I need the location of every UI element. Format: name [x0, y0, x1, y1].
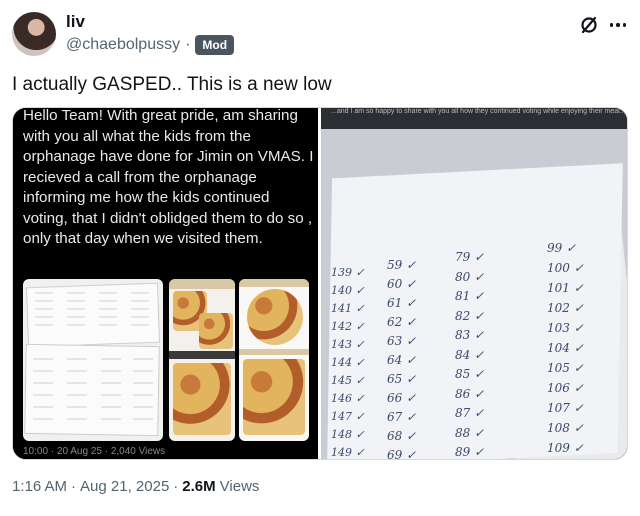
sheet-number: 99 ✓ — [547, 241, 577, 255]
handle[interactable]: @chaebolpussy — [66, 36, 180, 54]
sheet-number: 141 ✓ — [331, 302, 365, 315]
display-name[interactable]: liv — [66, 12, 85, 32]
media-image-screenshot[interactable]: Hello Team! With great pride, am sharing… — [13, 108, 318, 459]
sheet-number: 106 ✓ — [547, 381, 584, 395]
tweet-header: liv @chaebolpussy · Mod — [0, 0, 640, 64]
sheet-number: 62 ✓ — [387, 315, 417, 329]
sheet-number: 107 ✓ — [547, 401, 584, 415]
views-count: 2.6M — [182, 478, 216, 495]
sheet-number: 140 ✓ — [331, 284, 365, 297]
sheet-number-column-2: 59 ✓ 60 ✓ 61 ✓ 62 ✓ 63 ✓ 64 ✓ 65 ✓ 66 ✓ 67 ✓ 68 ✓… — [387, 256, 416, 459]
screenshot-footer-fragment: 10:00 · 20 Aug 25 · 2,040 Views — [23, 446, 166, 457]
sheet-number: 63 ✓ — [387, 334, 417, 348]
sheet-number: 147 ✓ — [331, 410, 365, 423]
sheet-number: 101 ✓ — [547, 281, 584, 295]
footer-separator-1: · — [71, 478, 77, 495]
thumbnail-voting-sheets — [23, 279, 163, 441]
sheet-number: 84 ✓ — [455, 347, 485, 362]
sheet-number: 64 ✓ — [387, 353, 417, 367]
sheet-number: 146 ✓ — [331, 392, 365, 405]
sheet-number: 86 ✓ — [455, 386, 485, 401]
sheet-number-column-4: 99 ✓ 100 ✓ 101 ✓ 102 ✓ 103 ✓ 104 ✓ 105 ✓ 106 ✓ 1… — [547, 238, 584, 458]
sheet-number: 109 ✓ — [547, 441, 584, 455]
sheet-number: 143 ✓ — [331, 338, 365, 351]
sheet-number: 148 ✓ — [331, 428, 365, 441]
tweet-date[interactable]: Aug 21, 2025 — [80, 478, 169, 495]
handle-separator: · — [185, 36, 191, 53]
sheet-number: 142 ✓ — [331, 320, 365, 333]
sheet-number: 145 ✓ — [331, 374, 365, 387]
slashed-circle-icon[interactable] — [578, 14, 600, 36]
sheet-number-column-3: 79 ✓ 80 ✓ 81 ✓ 82 ✓ 83 ✓ 84 ✓ 85 ✓ 86 ✓ 87 ✓ 88 ✓… — [455, 248, 484, 459]
photo-top-text-fragment: ...and I am so happy to share with you a… — [331, 108, 626, 115]
sheet-number: 68 ✓ — [387, 429, 417, 443]
sheet-number: 88 ✓ — [455, 425, 485, 440]
screenshot-thumbnails — [23, 279, 309, 441]
sheet-number: 69 ✓ — [387, 448, 417, 459]
sheet-number: 104 ✓ — [547, 341, 584, 355]
sheet-number: 81 ✓ — [455, 289, 485, 303]
sheet-number: 85 ✓ — [455, 367, 485, 381]
sheet-number: 103 ✓ — [547, 321, 584, 335]
sheet-number: 66 ✓ — [387, 391, 417, 405]
sheet-number: 87 ✓ — [455, 406, 485, 420]
screenshot-caption: Hello Team! With great pride, am sharing… — [23, 108, 314, 247]
media-image-voting-sheets[interactable]: ...and I am so happy to share with you a… — [321, 108, 627, 459]
sheet-number: 139 ✓ — [331, 266, 365, 279]
tweet-footer: 1:16 AM · Aug 21, 2025 · 2.6M Views — [12, 478, 259, 495]
sheet-number: 82 ✓ — [455, 308, 485, 323]
sheet-number: 89 ✓ — [455, 445, 485, 459]
sheet-number: 79 ✓ — [455, 250, 485, 264]
sheet-number: 100 ✓ — [547, 261, 584, 275]
sheet-number: 80 ✓ — [455, 269, 485, 284]
sheet-number: 105 ✓ — [547, 361, 584, 375]
thumbnail-pizza-box-2 — [239, 279, 309, 441]
sheet-number: 67 ✓ — [387, 410, 417, 424]
sheet-number: 108 ✓ — [547, 421, 584, 435]
sheet-number: 149 ✓ — [331, 446, 365, 459]
footer-separator-2: · — [173, 478, 179, 495]
thumbnail-pizza-box-1 — [169, 279, 235, 441]
sheet-number: 59 ✓ — [387, 258, 417, 272]
more-dots-icon[interactable] — [606, 14, 630, 36]
tweet-text: I actually GASPED.. This is a new low — [12, 74, 332, 95]
sheet-number: 61 ✓ — [387, 296, 417, 310]
sheet-number: 60 ✓ — [387, 277, 417, 291]
sheet-number: 65 ✓ — [387, 372, 417, 386]
sheet-number: 144 ✓ — [331, 356, 365, 369]
sheet-number: 83 ✓ — [455, 328, 485, 342]
views-label: Views — [219, 478, 260, 495]
sheet-number: 102 ✓ — [547, 301, 584, 315]
sheet-number-column-1: 139 ✓ 140 ✓ 141 ✓ 142 ✓ 143 ✓ 144 ✓ 145 ✓ 146 ✓… — [331, 264, 365, 459]
mod-badge: Mod — [195, 35, 235, 55]
tweet-time[interactable]: 1:16 AM — [12, 478, 67, 495]
handle-row: @chaebolpussy · Mod — [66, 35, 235, 55]
tweet-media[interactable]: Hello Team! With great pride, am sharing… — [12, 107, 628, 460]
avatar[interactable] — [12, 12, 56, 56]
